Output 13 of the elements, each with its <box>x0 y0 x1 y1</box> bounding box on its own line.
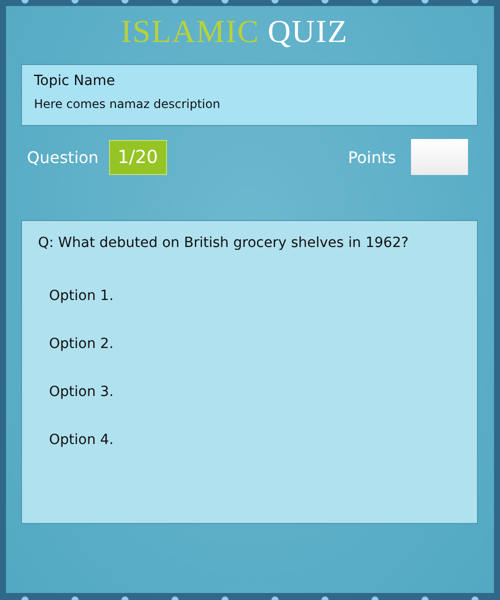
question-counter: 1/20 <box>108 140 167 174</box>
question-label: Question <box>27 148 99 166</box>
question-text: Q: What debuted on British grocery shelves in 1962? <box>38 235 410 251</box>
answer-option[interactable]: Option 4. <box>49 431 461 449</box>
app-title: QUIZ <box>268 13 348 49</box>
points-field[interactable] <box>411 139 468 175</box>
answer-option[interactable]: Option 2. <box>49 335 461 353</box>
points-label: Points <box>348 148 396 166</box>
topic-name: Topic Name <box>34 73 116 89</box>
answer-option[interactable]: Option 1. <box>49 287 461 305</box>
topic-description: Here comes namaz description <box>34 97 222 111</box>
answer-option[interactable]: Option 3. <box>49 383 461 401</box>
app-title: ISLAMIC <box>121 13 260 49</box>
